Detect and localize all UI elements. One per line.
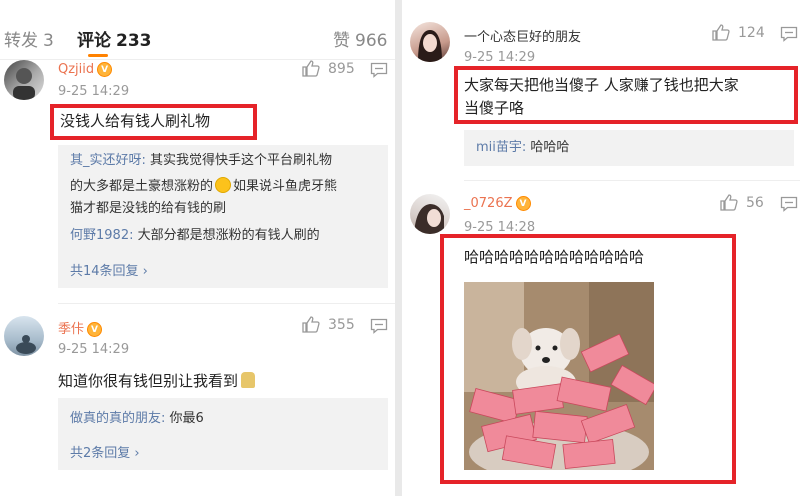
reply-text: 其实我觉得快手这个平台刷礼物: [145, 153, 333, 168]
reply-icon[interactable]: [780, 26, 798, 42]
tab-likes[interactable]: 赞 966: [333, 26, 387, 51]
tab-repost[interactable]: 转发 3: [4, 26, 54, 51]
right-screenshot: 一个心态巨好的朋友 9-25 14:29 124 大家每天把他当傻子 人家赚了钱…: [402, 0, 800, 496]
comment-tabs: 转发 3 评论 233 赞 966: [0, 0, 395, 60]
like-count: 895: [328, 60, 355, 77]
reply-text: 的大多都是土豪想涨粉的: [70, 179, 214, 194]
reply-author[interactable]: mii苗宇:: [476, 140, 526, 155]
highlight-box: [50, 104, 257, 140]
tab-likes-count: 966: [355, 31, 388, 51]
comment-time: 9-25 14:29: [58, 342, 130, 357]
reply-line: 何野1982: 大部分都是想涨粉的有钱人刷的: [70, 225, 320, 247]
active-tab-indicator: [88, 54, 108, 57]
thumbs-up-icon: [302, 316, 320, 333]
thumbs-up-icon: [302, 60, 320, 77]
left-screenshot: 转发 3 评论 233 赞 966 Qzjiid V 9-25 14:29 895 没钱…: [0, 0, 395, 496]
verified-badge-icon: V: [515, 196, 531, 211]
username-text: Qzjiid: [58, 62, 95, 77]
reply-author[interactable]: 做真的真的朋友:: [70, 411, 165, 426]
reply-author[interactable]: 何野1982:: [70, 228, 133, 243]
watermark: 头条: [758, 478, 780, 491]
reply-line: 其_实还好呀: 其实我觉得快手这个平台刷礼物: [70, 150, 332, 172]
username-text: 季佧: [58, 322, 85, 337]
like-count: 355: [328, 316, 355, 333]
emoji-icon: [241, 372, 256, 388]
like-button[interactable]: 895: [302, 60, 355, 77]
tab-likes-label: 赞: [333, 31, 350, 51]
tab-comments-count: 233: [116, 31, 152, 51]
reply-icon[interactable]: [780, 196, 798, 212]
reply-line: 猫才都是没钱的给有钱的刷: [70, 198, 226, 220]
comment-time: 9-25 14:29: [464, 50, 536, 65]
reply-author[interactable]: 其_实还好呀:: [70, 153, 146, 168]
avatar[interactable]: [4, 316, 44, 356]
comment-text: 知道你很有钱但别让我看到: [58, 370, 256, 393]
divider: [464, 180, 800, 181]
thumbs-up-icon: [712, 24, 730, 41]
tab-repost-count: 3: [43, 31, 54, 51]
panel-divider: [395, 0, 402, 496]
comment-time: 9-25 14:29: [58, 84, 130, 99]
comment-time: 9-25 14:28: [464, 220, 536, 235]
tab-comments-label: 评论: [77, 31, 111, 51]
reply-box: 其_实还好呀: 其实我觉得快手这个平台刷礼物 的大多都是土豪想涨粉的 如果说斗鱼虎…: [58, 145, 388, 288]
like-button[interactable]: 355: [302, 316, 355, 333]
highlight-box: [454, 66, 798, 124]
avatar[interactable]: [410, 22, 450, 62]
reply-line: 的大多都是土豪想涨粉的 如果说斗鱼虎牙熊: [70, 176, 337, 198]
tab-repost-label: 转发: [4, 31, 38, 51]
comment-text-content: 知道你很有钱但别让我看到: [58, 372, 239, 390]
avatar[interactable]: [4, 60, 44, 100]
username[interactable]: 季佧 V: [58, 318, 103, 337]
username-text: _0726Z: [464, 196, 513, 211]
like-button[interactable]: 124: [712, 24, 765, 41]
thumbs-up-icon: [720, 194, 738, 211]
view-more-replies-link[interactable]: 共2条回复 ›: [70, 442, 140, 461]
like-count: 124: [738, 24, 765, 41]
reply-text: 如果说斗鱼虎牙熊: [233, 179, 338, 194]
verified-badge-icon: V: [87, 322, 103, 337]
reply-icon[interactable]: [370, 62, 388, 78]
reply-box: 做真的真的朋友: 你最6 共2条回复 ›: [58, 398, 388, 470]
like-button[interactable]: 56: [720, 194, 764, 211]
tab-comments[interactable]: 评论 233: [77, 26, 152, 51]
avatar[interactable]: [410, 194, 450, 234]
divider: [58, 303, 395, 304]
highlight-box: [440, 234, 736, 484]
username[interactable]: Qzjiid V: [58, 62, 113, 77]
reply-icon[interactable]: [370, 318, 388, 334]
username[interactable]: _0726Z V: [464, 196, 531, 211]
like-count: 56: [746, 194, 764, 211]
reply-text: 猫才都是没钱的给有钱的刷: [70, 201, 227, 216]
laughing-emoji-icon: [215, 177, 232, 193]
reply-box: mii苗宇: 哈哈哈: [464, 130, 794, 166]
username[interactable]: 一个心态巨好的朋友: [464, 26, 581, 45]
reply-text: 你最6: [165, 411, 204, 426]
view-more-replies-link[interactable]: 共14条回复 ›: [70, 260, 148, 279]
reply-line: 做真的真的朋友: 你最6: [70, 408, 204, 430]
verified-badge-icon: V: [97, 62, 113, 77]
reply-line: mii苗宇: 哈哈哈: [476, 137, 569, 159]
reply-text: 哈哈哈: [526, 140, 570, 155]
reply-text: 大部分都是想涨粉的有钱人刷的: [133, 228, 320, 243]
